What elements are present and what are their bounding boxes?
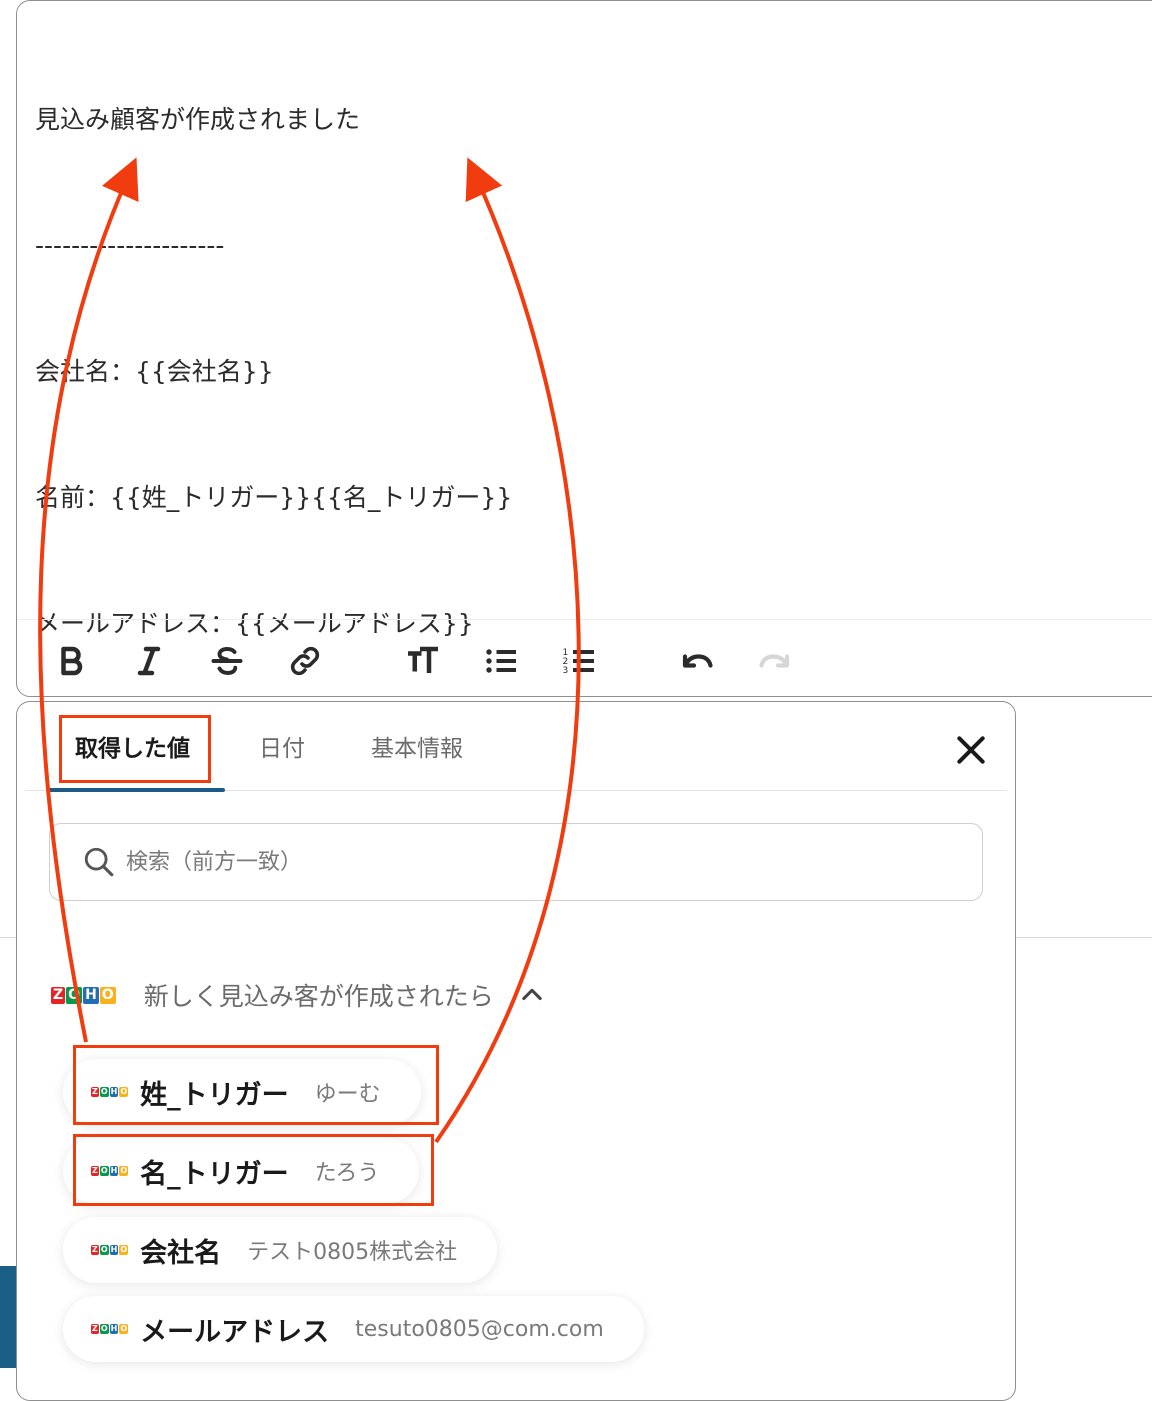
variable-value: テスト0805株式会社 — [247, 1240, 458, 1265]
editor-line-4: 名前：{{姓_トリガー}}{{名_トリガー}} — [35, 483, 513, 512]
close-button[interactable] — [951, 730, 991, 770]
zoho-logo-icon: ZOHO — [51, 986, 116, 1004]
text-size-button[interactable] — [401, 639, 445, 683]
italic-icon — [137, 646, 161, 676]
panel-tabs: 取得した値 日付 基本情報 — [25, 702, 1007, 792]
bulleted-list-icon — [486, 649, 516, 673]
undo-icon — [682, 654, 713, 668]
background-divider — [1016, 937, 1152, 938]
search-box — [49, 823, 983, 901]
zoho-logo-icon: ZOHO — [91, 1087, 129, 1097]
svg-text:3: 3 — [563, 666, 569, 676]
zoho-logo-icon: ZOHO — [91, 1166, 129, 1176]
bold-button[interactable] — [49, 639, 93, 683]
variable-label: 名_トリガー — [140, 1158, 289, 1190]
strikethrough-button[interactable] — [205, 639, 249, 683]
redo-icon — [759, 654, 790, 668]
numbered-list-icon: 123 — [563, 648, 594, 676]
link-icon — [290, 646, 320, 676]
variable-value: たろう — [314, 1161, 380, 1186]
redo-button[interactable] — [753, 639, 797, 683]
format-toolbar: 123 — [17, 629, 1152, 691]
variable-item-company[interactable]: ZOHO 会社名 テスト0805株式会社 — [63, 1217, 498, 1283]
editor-content[interactable]: 見込み顧客が作成されました --------------------- 会社名：… — [35, 15, 1145, 729]
variable-value: ゆーむ — [314, 1082, 381, 1107]
variable-label: 姓_トリガー — [140, 1079, 289, 1111]
bold-icon — [61, 646, 83, 676]
trigger-group-header[interactable]: ZOHO 新しく見込み客が作成されたら — [51, 970, 546, 1020]
editor-line-2: --------------------- — [35, 231, 225, 260]
trigger-group-title: 新しく見込み客が作成されたら — [143, 982, 494, 1011]
undo-button[interactable] — [675, 639, 719, 683]
text-size-icon — [408, 646, 438, 673]
message-editor[interactable]: 見込み顧客が作成されました --------------------- 会社名：… — [16, 0, 1152, 697]
zoho-logo-icon: ZOHO — [91, 1324, 129, 1334]
variable-picker-panel: 取得した値 日付 基本情報 ZOHO 新しく見込み客が作成されたら ZOHO 姓… — [16, 701, 1016, 1401]
tab-date[interactable]: 日付 — [259, 702, 305, 790]
bulleted-list-button[interactable] — [479, 639, 523, 683]
toolbar-divider — [17, 619, 1152, 620]
variable-item-email[interactable]: ZOHO メールアドレス tesuto0805@com.com — [63, 1296, 644, 1362]
zoho-logo-icon: ZOHO — [91, 1245, 129, 1255]
active-tab-indicator — [47, 788, 225, 792]
numbered-list-button[interactable]: 123 — [557, 639, 601, 683]
search-icon — [84, 847, 114, 877]
tab-basic-info[interactable]: 基本情報 — [371, 702, 463, 790]
strikethrough-icon — [211, 647, 243, 675]
variable-item-first-name[interactable]: ZOHO 名_トリガー たろう — [63, 1138, 420, 1204]
close-icon — [957, 736, 985, 764]
tab-acquired-values[interactable]: 取得した値 — [75, 702, 190, 790]
italic-button[interactable] — [127, 639, 171, 683]
editor-line-3: 会社名：{{会社名}} — [35, 357, 274, 386]
background-blue-strip — [0, 1266, 16, 1368]
variable-label: メールアドレス — [140, 1316, 330, 1348]
chevron-up-icon — [522, 988, 542, 1001]
variable-item-last-name[interactable]: ZOHO 姓_トリガー ゆーむ — [63, 1059, 421, 1125]
variable-label: 会社名 — [140, 1237, 222, 1269]
variable-value: tesuto0805@com.com — [355, 1316, 604, 1342]
search-input[interactable] — [124, 848, 928, 876]
link-button[interactable] — [283, 639, 327, 683]
editor-line-1: 見込み顧客が作成されました — [35, 105, 361, 134]
